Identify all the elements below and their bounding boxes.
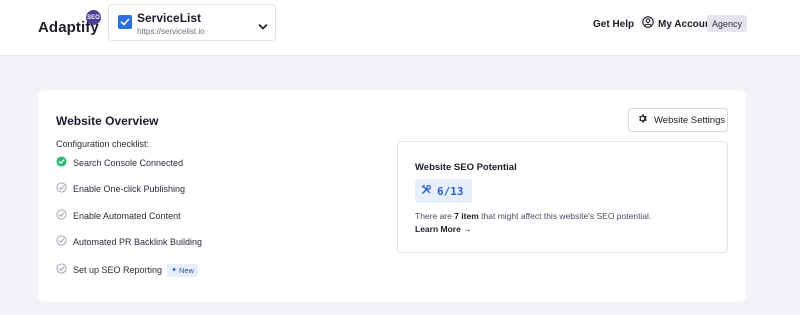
website-settings-button[interactable]: Website Settings xyxy=(628,108,728,132)
seo-logo-badge: SEO xyxy=(86,10,101,25)
checklist-label: Set up SEO Reporting xyxy=(73,265,163,275)
checklist-item-seo-reporting[interactable]: Set up SEO Reporting ✦ New xyxy=(56,263,198,277)
agency-badge[interactable]: Agency xyxy=(707,15,747,32)
sparkle-icon: ✦ xyxy=(171,267,177,274)
chevron-down-icon xyxy=(258,18,268,36)
check-pending-icon xyxy=(56,233,67,251)
seo-score-value: 6/13 xyxy=(437,184,464,198)
checklist-label: Enable One-click Publishing xyxy=(73,184,186,194)
seo-description: There are 7 item that might affect this … xyxy=(415,211,651,221)
seo-score-badge: 6/13 xyxy=(415,179,472,203)
site-url: https://servicelist.io xyxy=(137,27,205,36)
seo-desc-suffix: that might affect this website's SEO pot… xyxy=(478,211,652,221)
my-account-button[interactable]: My Account xyxy=(642,15,715,33)
checklist-label: Search Console Connected xyxy=(73,158,184,168)
check-pending-icon xyxy=(56,180,67,198)
new-badge: ✦ New xyxy=(167,263,198,277)
user-icon xyxy=(642,15,654,33)
checklist-item-pr-backlink[interactable]: Automated PR Backlink Building xyxy=(56,235,202,249)
seo-desc-prefix: There are xyxy=(415,211,455,221)
website-overview-card: Website Overview Website Settings Config… xyxy=(38,90,746,302)
checklist-label: Automated PR Backlink Building xyxy=(73,237,203,247)
gear-icon xyxy=(637,111,648,129)
get-help-link[interactable]: Get Help xyxy=(593,19,634,30)
site-checkbox-icon xyxy=(118,15,132,29)
seo-issue-count: 7 item xyxy=(454,211,479,221)
new-badge-label: New xyxy=(178,265,194,275)
card-title: Website Overview xyxy=(56,114,159,128)
seo-potential-title: Website SEO Potential xyxy=(415,162,517,173)
website-settings-label: Website Settings xyxy=(654,114,726,126)
check-pending-icon xyxy=(56,207,67,225)
top-bar: Adaptify SEO ServiceList https://service… xyxy=(0,0,800,56)
checklist-heading: Configuration checklist: xyxy=(56,139,150,149)
checklist-item-one-click-publishing[interactable]: Enable One-click Publishing xyxy=(56,182,185,196)
checklist-item-automated-content[interactable]: Enable Automated Content xyxy=(56,209,181,223)
site-name: ServiceList xyxy=(137,11,202,25)
checklist-item-search-console[interactable]: Search Console Connected xyxy=(56,156,183,170)
check-pending-icon xyxy=(56,261,67,279)
learn-more-link[interactable]: Learn More → xyxy=(415,224,472,234)
checklist-label: Enable Automated Content xyxy=(73,211,181,221)
seo-potential-panel: Website SEO Potential 6/13 There are 7 i… xyxy=(397,141,728,253)
site-selector[interactable]: ServiceList https://servicelist.io xyxy=(108,4,276,41)
my-account-label: My Account xyxy=(658,18,715,30)
wrench-tools-icon xyxy=(421,182,432,200)
check-done-icon xyxy=(56,154,67,172)
